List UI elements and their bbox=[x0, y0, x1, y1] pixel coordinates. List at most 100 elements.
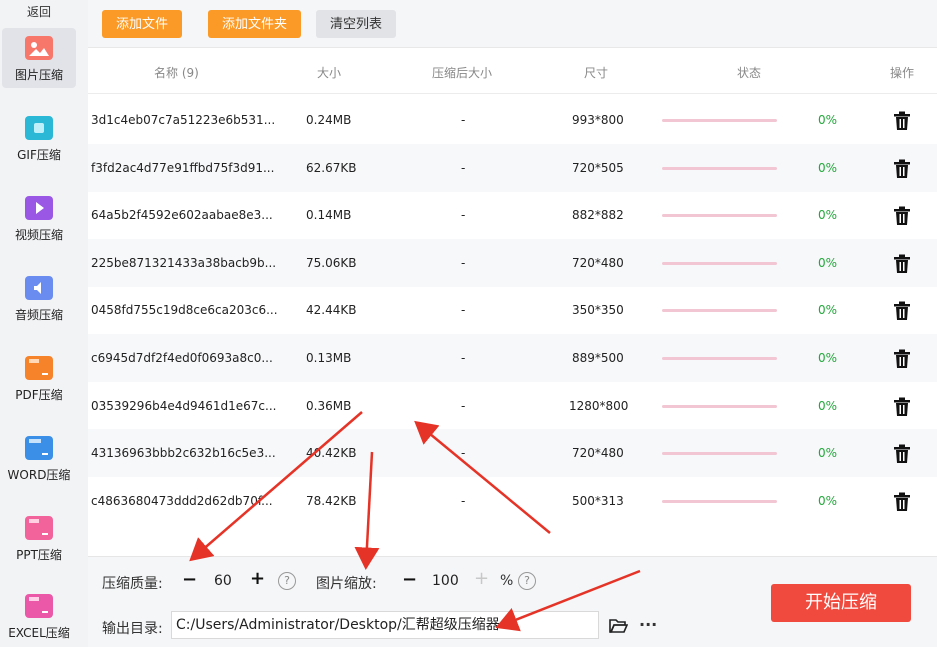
col-name: 名称 (9) bbox=[154, 66, 199, 80]
progress-bar bbox=[662, 166, 777, 170]
more-options-button[interactable]: ··· bbox=[639, 615, 657, 634]
table-row: c4863680473ddd2d62db70f... 78.42KB - 500*31… bbox=[88, 477, 937, 525]
back-button[interactable]: 返回 bbox=[0, 0, 78, 24]
scale-help-icon[interactable]: ? bbox=[518, 572, 536, 590]
file-dimensions: 1280*800 bbox=[569, 398, 629, 413]
file-dimensions: 500*313 bbox=[572, 493, 624, 508]
file-size: 0.36MB bbox=[306, 398, 352, 413]
compressed-size: - bbox=[461, 208, 466, 223]
progress-bar bbox=[662, 309, 777, 313]
sidebar-item-ppt[interactable]: PPT压缩 bbox=[2, 508, 76, 568]
file-size: 0.14MB bbox=[306, 208, 352, 223]
file-name: 3d1c4eb07c7a51223e6b531... bbox=[91, 113, 276, 127]
delete-icon[interactable] bbox=[893, 254, 911, 274]
delete-icon[interactable] bbox=[893, 111, 911, 131]
table-header: 名称 (9) 大小 压缩后大小 尺寸 状态 操作 bbox=[88, 48, 937, 94]
excel-icon bbox=[25, 594, 53, 618]
quality-help-icon[interactable]: ? bbox=[278, 572, 296, 590]
progress-percent: 0% bbox=[818, 160, 838, 175]
file-dimensions: 720*480 bbox=[572, 446, 624, 461]
audio-icon bbox=[25, 276, 53, 300]
table-row: 64a5b2f4592e602aabae8e3... 0.14MB - 882*882… bbox=[88, 191, 937, 239]
add-file-button[interactable]: 添加文件 bbox=[102, 10, 183, 38]
output-path-field[interactable]: C:/Users/Administrator/Desktop/汇帮超级压缩器 bbox=[171, 611, 599, 639]
start-compress-button[interactable]: 开始压缩 bbox=[771, 584, 911, 622]
progress-bar bbox=[662, 261, 777, 265]
scale-decrease-button[interactable]: − bbox=[402, 569, 417, 590]
folder-icon[interactable] bbox=[608, 617, 629, 635]
compressed-size: - bbox=[461, 160, 466, 175]
quality-value[interactable]: 60 bbox=[214, 573, 232, 589]
file-name: f3fd2ac4d77e91ffbd75f3d91... bbox=[91, 160, 275, 175]
scale-value[interactable]: 100 bbox=[432, 573, 459, 589]
delete-icon[interactable] bbox=[893, 206, 911, 226]
sidebar-item-label: EXCEL压缩 bbox=[8, 626, 70, 640]
add-folder-button[interactable]: 添加文件夹 bbox=[208, 10, 302, 38]
delete-icon[interactable] bbox=[893, 301, 911, 321]
file-name: 0458fd755c19d8ce6ca203c6... bbox=[91, 303, 278, 318]
toolbar: 添加文件 添加文件夹 清空列表 bbox=[88, 0, 937, 48]
sidebar-item-audio[interactable]: 音频压缩 bbox=[2, 268, 76, 328]
table-row: 43136963bbb2c632b16c5e3... 40.42KB - 720*48… bbox=[88, 429, 937, 478]
video-icon bbox=[25, 196, 53, 220]
sidebar-item-label: 视频压缩 bbox=[14, 228, 63, 242]
table-row: 0458fd755c19d8ce6ca203c6... 42.44KB - 350*3… bbox=[88, 286, 937, 334]
sidebar-item-label: PPT压缩 bbox=[16, 548, 62, 562]
delete-icon[interactable] bbox=[893, 349, 911, 369]
compressed-size: - bbox=[461, 398, 466, 413]
progress-bar bbox=[662, 452, 777, 456]
progress-percent: 0% bbox=[818, 446, 838, 461]
sidebar: 返回 图片压缩 GIF压缩 视频压缩 音频压缩 PDF压缩 WORD压缩 PPT… bbox=[0, 0, 78, 647]
file-size: 62.67KB bbox=[306, 160, 357, 175]
progress-percent: 0% bbox=[818, 493, 838, 508]
clear-list-button[interactable]: 清空列表 bbox=[316, 10, 397, 38]
compressed-size: - bbox=[461, 351, 466, 365]
file-size: 0.24MB bbox=[306, 113, 352, 127]
delete-icon[interactable] bbox=[893, 492, 911, 512]
table-row: 225be871321433a38bacb9b... 75.06KB - 720*48… bbox=[88, 238, 937, 287]
pdf-icon bbox=[25, 356, 53, 380]
col-compressed-size: 压缩后大小 bbox=[432, 66, 493, 80]
quality-label: 压缩质量: bbox=[102, 576, 163, 592]
file-size: 0.13MB bbox=[306, 351, 352, 365]
sidebar-item-gif[interactable]: GIF压缩 bbox=[2, 108, 76, 168]
file-dimensions: 720*480 bbox=[572, 255, 624, 270]
sidebar-item-label: 音频压缩 bbox=[14, 308, 63, 322]
ppt-icon bbox=[25, 516, 53, 540]
compressed-size: - bbox=[461, 113, 466, 127]
sidebar-item-word[interactable]: WORD压缩 bbox=[2, 428, 76, 488]
output-label: 输出目录: bbox=[102, 621, 163, 637]
sidebar-item-label: PDF压缩 bbox=[15, 388, 63, 402]
file-size: 42.44KB bbox=[306, 303, 357, 318]
table-row: c6945d7df2f4ed0f0693a8c0... 0.13MB - 889*50… bbox=[88, 334, 937, 382]
delete-icon[interactable] bbox=[893, 444, 911, 464]
scale-increase-button[interactable]: + bbox=[474, 568, 489, 589]
progress-percent: 0% bbox=[818, 113, 838, 127]
scale-unit: % bbox=[500, 573, 514, 589]
progress-percent: 0% bbox=[818, 255, 838, 270]
compressed-size: - bbox=[461, 255, 466, 270]
progress-bar bbox=[662, 357, 777, 360]
settings-panel: 压缩质量: − 60 + ? 图片缩放: − 100 + % ? 输出目录: C… bbox=[88, 556, 937, 647]
sidebar-item-pdf[interactable]: PDF压缩 bbox=[2, 348, 76, 408]
sidebar-item-image[interactable]: 图片压缩 bbox=[2, 28, 76, 88]
file-name: c6945d7df2f4ed0f0693a8c0... bbox=[91, 351, 273, 365]
file-size: 78.42KB bbox=[306, 493, 357, 508]
file-size: 75.06KB bbox=[306, 255, 357, 270]
progress-bar bbox=[662, 119, 777, 122]
compressed-size: - bbox=[461, 303, 466, 318]
file-dimensions: 993*800 bbox=[572, 113, 624, 127]
progress-bar bbox=[662, 214, 777, 218]
compressed-size: - bbox=[461, 446, 466, 461]
delete-icon[interactable] bbox=[893, 397, 911, 417]
delete-icon[interactable] bbox=[893, 159, 911, 179]
quality-decrease-button[interactable]: − bbox=[182, 569, 197, 590]
sidebar-item-excel[interactable]: EXCEL压缩 bbox=[2, 586, 76, 646]
scale-label: 图片缩放: bbox=[316, 576, 377, 592]
main-panel: 添加文件 添加文件夹 清空列表 名称 (9) 大小 压缩后大小 尺寸 状态 操作… bbox=[88, 0, 937, 647]
compressed-size: - bbox=[461, 493, 466, 508]
sidebar-item-video[interactable]: 视频压缩 bbox=[2, 188, 76, 248]
table-row: 03539296b4e4d9461d1e67c... 0.36MB - 1280*80… bbox=[88, 382, 937, 430]
progress-bar bbox=[662, 499, 777, 503]
quality-increase-button[interactable]: + bbox=[250, 568, 265, 589]
